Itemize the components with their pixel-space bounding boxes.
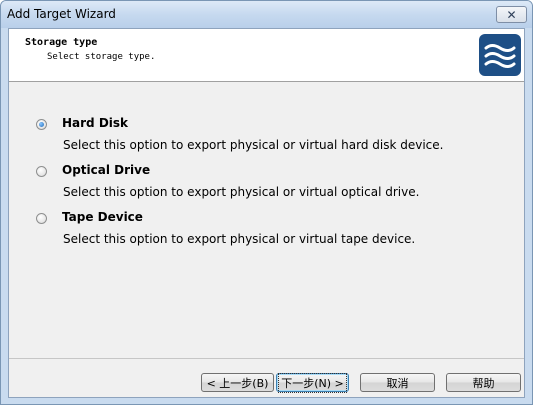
option-description: Select this option to export physical or… [63, 185, 420, 199]
close-icon: ✕ [506, 7, 517, 22]
wizard-client-area: Storage type Select storage type. Hard D… [8, 28, 525, 398]
wizard-header: Storage type Select storage type. [9, 29, 524, 82]
next-button-label: 下一步(N) > [278, 372, 347, 393]
cancel-button[interactable]: 取消 [360, 373, 435, 392]
back-button-label: < 上一步(B) [206, 376, 269, 390]
option-description: Select this option to export physical or… [63, 138, 444, 152]
close-button[interactable]: ✕ [496, 6, 527, 23]
wizard-window: Add Target Wizard ✕ Storage type Select … [0, 0, 533, 405]
window-title: Add Target Wizard [7, 7, 116, 21]
waves-logo-icon [479, 34, 521, 76]
help-button[interactable]: 帮助 [446, 373, 521, 392]
next-button[interactable]: 下一步(N) > [276, 372, 349, 393]
page-title: Storage type [25, 37, 98, 48]
page-subtitle: Select storage type. [47, 52, 156, 62]
option-label[interactable]: Optical Drive [62, 163, 150, 177]
option-label[interactable]: Tape Device [62, 210, 143, 224]
radio-tape-device[interactable] [36, 213, 47, 224]
cancel-button-label: 取消 [386, 376, 409, 390]
radio-selected-dot [39, 122, 44, 127]
radio-optical-drive[interactable] [36, 166, 47, 177]
title-bar[interactable]: Add Target Wizard ✕ [1, 1, 532, 28]
divider [9, 358, 524, 359]
back-button[interactable]: < 上一步(B) [201, 373, 274, 392]
radio-hard-disk[interactable] [36, 119, 47, 130]
option-label[interactable]: Hard Disk [62, 116, 128, 130]
help-button-label: 帮助 [472, 376, 495, 390]
option-description: Select this option to export physical or… [63, 232, 416, 246]
